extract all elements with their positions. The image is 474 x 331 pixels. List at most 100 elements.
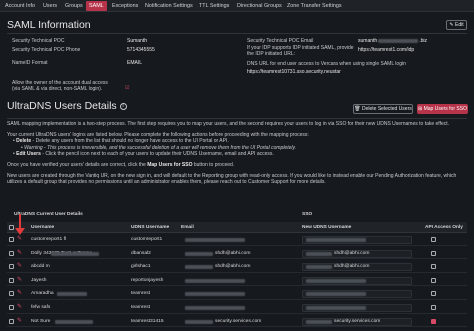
row-checkbox[interactable] — [9, 291, 14, 297]
tab-ttl-settings[interactable]: TTL Settings — [196, 1, 232, 11]
redacted — [185, 251, 213, 256]
map-icon: ⊞ — [418, 106, 423, 112]
redacted — [51, 251, 99, 256]
tab-users[interactable]: Users — [40, 1, 60, 11]
username-cell: customreport1 fl — [31, 237, 67, 242]
pencil-icon[interactable]: ✎ — [17, 235, 22, 242]
api-access-checkbox[interactable] — [431, 250, 436, 256]
col-username: Username — [31, 225, 55, 230]
instr-b1-label: Delete — [16, 138, 32, 145]
redacted — [378, 38, 419, 43]
poc-email-name: sumanth — [358, 38, 378, 44]
info-icon[interactable]: i — [119, 102, 127, 110]
tab-saml[interactable]: SAML — [86, 1, 107, 11]
pencil-icon[interactable]: ✎ — [17, 289, 22, 296]
trash-icon: 🗑 — [354, 106, 361, 112]
table-row: ✎ customreport1 fl customreport1 — [7, 234, 467, 246]
new-udns-username-value: shdh@abhi.com — [334, 264, 370, 270]
pencil-icon[interactable]: ✎ — [17, 303, 22, 310]
instr-b2-text: - Click the pencil icon next to each of … — [40, 151, 274, 158]
instr-p1: SAML mapping implementation is a two-ste… — [7, 121, 450, 127]
instr-p2: Your current UltraDNS users' logins are … — [7, 131, 309, 138]
dual-access-label: Allow the owner of the account dual acce… — [12, 80, 108, 92]
redacted — [306, 278, 366, 283]
api-access-checkbox[interactable] — [431, 277, 436, 283]
udns-username-cell: customreport1 — [131, 237, 163, 242]
map-users-sso-button[interactable]: ⊞ Map Users for SSO — [417, 104, 468, 114]
api-access-checkbox[interactable] — [431, 318, 436, 324]
instr-b1-warn-text: Warning - This process is irreversible, … — [24, 144, 297, 151]
redacted — [306, 319, 332, 324]
redacted — [306, 306, 366, 310]
col-udns-username: UDNS Username — [131, 225, 170, 230]
idp-url-value: https://teamrest1.com/idp — [358, 47, 415, 53]
instr-b1-warn: • Warning - This process is irreversible… — [21, 144, 297, 151]
row-checkbox[interactable] — [9, 318, 14, 324]
redacted — [185, 265, 213, 270]
instr-b2-label: Edit Users — [16, 151, 41, 158]
group-sso-header: SSO — [302, 212, 313, 217]
poc-value: Sumanth — [127, 38, 148, 44]
edit-button-label: Edit — [454, 22, 464, 28]
tab-groups[interactable]: Groups — [62, 1, 86, 11]
udns-username-cell: teamrest31415 — [131, 318, 164, 324]
tab-notification-settings[interactable]: Notification Settings — [142, 1, 196, 11]
table-row: ✎ abcdd m girlshac1 shdh@abhi.com shdh@abhi.… — [7, 261, 467, 273]
row-checkbox[interactable] — [9, 250, 14, 256]
email-cell: shdh@abhi.com — [215, 264, 251, 270]
api-access-checkbox[interactable] — [431, 291, 436, 297]
instr-p4: New users are created through the Vantiq… — [7, 172, 457, 186]
tab-account-info[interactable]: Account Info — [2, 1, 38, 11]
table-row: ✎ fefw safs teamrest — [7, 302, 467, 314]
delete-selected-users-button[interactable]: 🗑 Delete Selected Users — [353, 104, 413, 114]
edit-button[interactable]: ✎ Edit — [446, 20, 467, 30]
pencil-icon[interactable]: ✎ — [17, 276, 22, 283]
poc-email-value: sumanth .biz — [358, 38, 427, 44]
udns-username-cell: teamrest — [131, 305, 151, 310]
tab-zone-transfer-settings[interactable]: Zone Transfer Settings — [284, 1, 345, 11]
tab-bar: Account Info Users Groups SAML Exception… — [0, 0, 474, 12]
table-row: ✎ Jayesh reportonjayesh — [7, 275, 467, 287]
row-checkbox[interactable] — [9, 264, 14, 270]
map-label: Map Users for SSO — [423, 106, 467, 112]
pencil-icon[interactable]: ✎ — [17, 317, 22, 324]
nameid-format-value: EMAIL — [127, 60, 143, 66]
dual-access-check-icon[interactable]: ☑ — [125, 85, 129, 91]
redacted — [306, 265, 332, 270]
saml-info-title: SAML Information — [7, 19, 91, 31]
redacted — [306, 238, 366, 242]
udns-username-cell: teamrest — [131, 291, 151, 297]
api-access-checkbox[interactable] — [431, 305, 436, 310]
idp-url-label: If your IDP supports IDP initiated SAML,… — [247, 45, 354, 57]
tab-directional-groups[interactable]: Directional Groups — [234, 1, 285, 11]
redacted — [185, 292, 245, 297]
udns-username-cell: girlshac1 — [131, 264, 151, 270]
pencil-icon[interactable]: ✎ — [17, 249, 22, 256]
username-cell: Jayesh — [31, 277, 47, 283]
row-checkbox[interactable] — [9, 277, 14, 283]
username-cell: Amaradha — [31, 291, 54, 297]
nameid-format-label: NameID Format — [12, 60, 48, 66]
table-row: ✎ Not Sure teamrest31415 security.services.… — [7, 316, 467, 328]
username-cell: abcdd m — [31, 264, 50, 270]
udns-username-cell: reportonjayesh — [131, 277, 164, 283]
api-access-checkbox[interactable] — [431, 264, 436, 270]
instr-b1: • Delete - Delete any users from the lis… — [13, 138, 229, 145]
table-row: ✎ Amaradha teamrest — [7, 288, 467, 300]
redacted — [55, 319, 93, 324]
redacted — [306, 251, 332, 256]
redacted — [185, 238, 245, 242]
instr-p3: Once you have verified your users' detai… — [7, 162, 467, 169]
new-udns-username-value: shdh@abhi.com — [334, 250, 370, 256]
pencil-icon[interactable]: ✎ — [17, 262, 22, 269]
tab-exceptions[interactable]: Exceptions — [109, 1, 141, 11]
api-access-checkbox[interactable] — [431, 237, 436, 242]
divider — [7, 33, 467, 34]
instr-b1-text: - Delete any users from the list that sh… — [31, 138, 229, 145]
username-cell: Not Sure — [31, 318, 51, 324]
redacted — [306, 292, 366, 297]
udns-username-cell: dbansal2 — [131, 250, 151, 256]
row-checkbox[interactable] — [9, 237, 14, 242]
email-cell: shdh@abhi.com — [215, 250, 251, 256]
row-checkbox[interactable] — [9, 305, 14, 310]
